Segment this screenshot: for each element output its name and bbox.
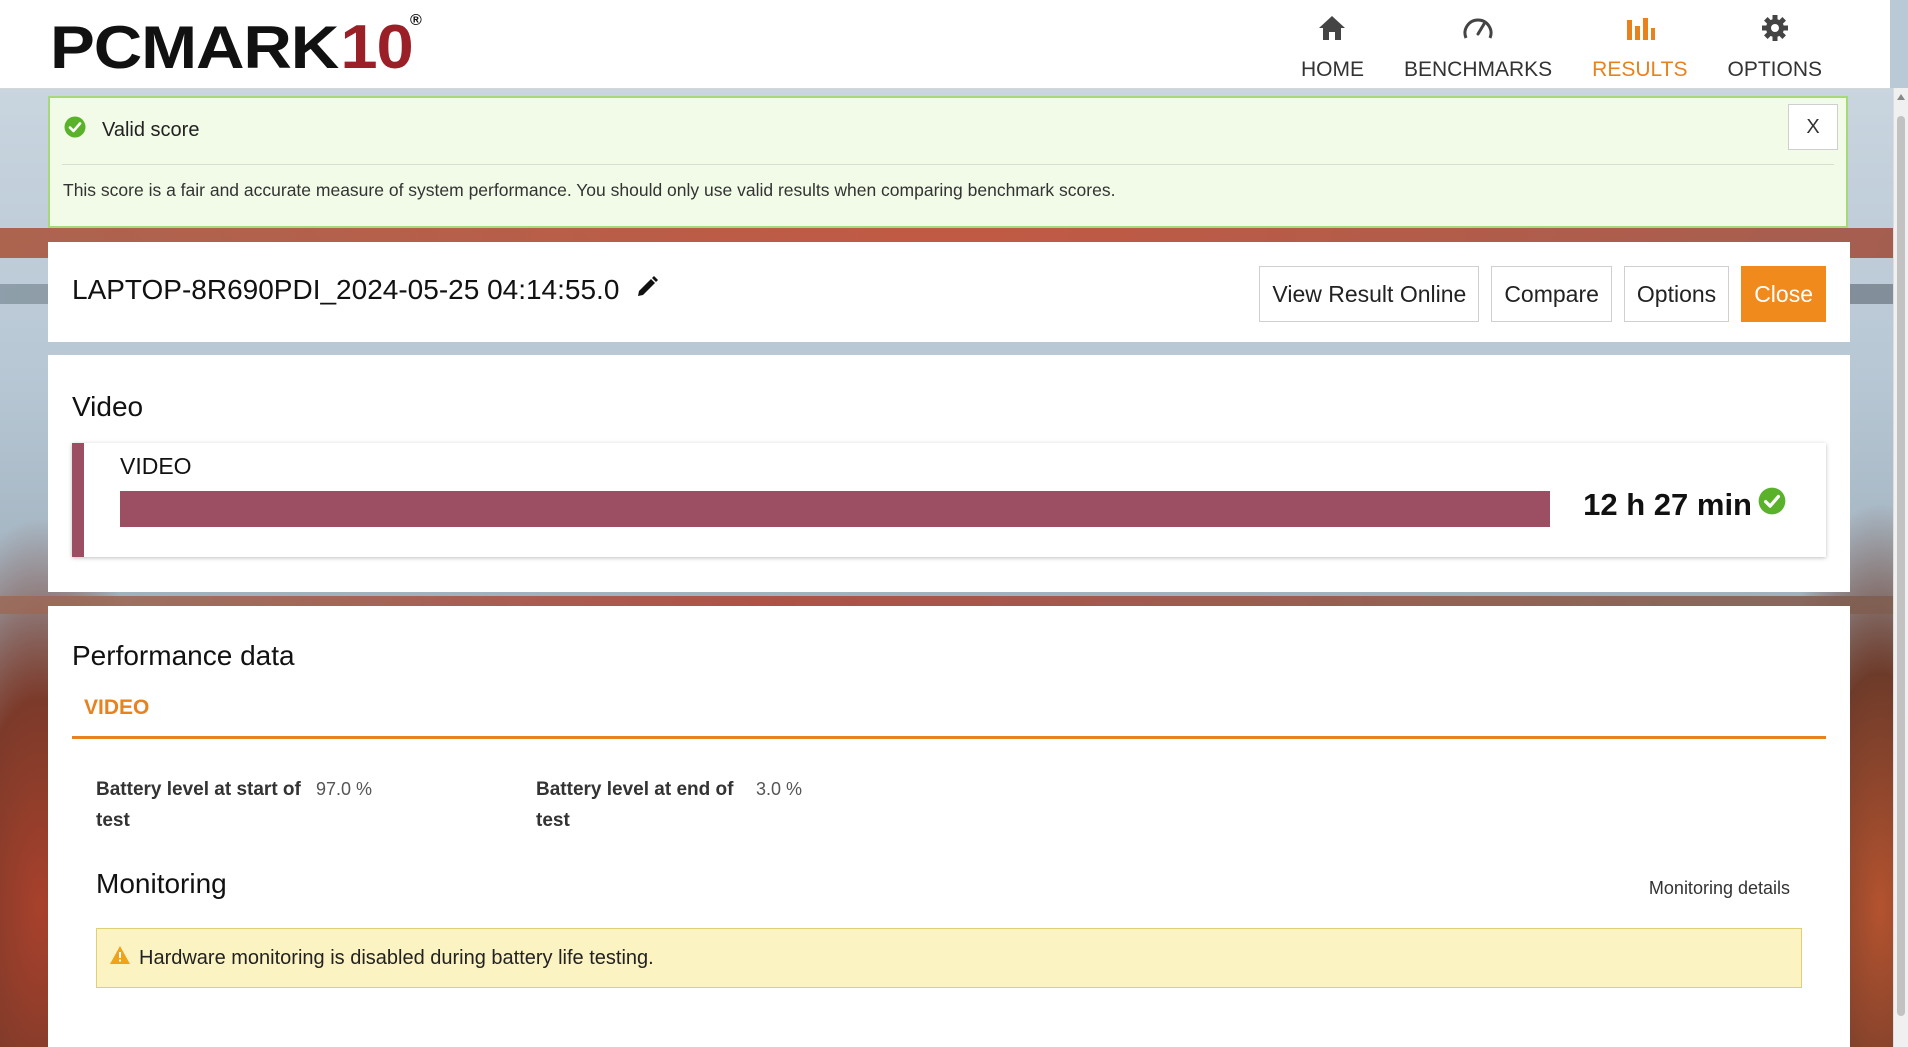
close-button[interactable]: Close [1741, 266, 1826, 322]
logo-number: 10 [340, 13, 414, 82]
registered-mark: ® [410, 12, 422, 29]
valid-score-message: This score is a fair and accurate measur… [63, 180, 1116, 200]
nav-home[interactable]: HOME [1281, 8, 1384, 84]
battery-start-field: Battery level at start of test 97.0 % [96, 774, 372, 836]
home-icon [1317, 12, 1347, 44]
nav-options-label: OPTIONS [1727, 58, 1822, 81]
result-name: LAPTOP-8R690PDI_2024-05-25 04:14:55.0 [72, 274, 620, 305]
scroll-up-arrow-icon[interactable] [1897, 94, 1905, 100]
nav-benchmarks-label: BENCHMARKS [1403, 58, 1553, 81]
pcmark10-logo: PCMARK 10 ® [50, 12, 422, 82]
valid-score-title: Valid score [102, 118, 200, 141]
video-heading: Video [72, 391, 144, 422]
scrollbar-thumb[interactable] [1897, 116, 1905, 1016]
tab-underline [72, 736, 1826, 739]
monitoring-warning-text: Hardware monitoring is disabled during b… [139, 946, 654, 969]
nav-results[interactable]: RESULTS [1572, 8, 1707, 84]
view-result-online-button[interactable]: View Result Online [1259, 266, 1480, 322]
logo-text: PCMARK [50, 14, 339, 81]
performance-data-section: Performance data VIDEO Battery level at … [48, 606, 1850, 1047]
video-score-value: 12 h 27 min [1583, 487, 1752, 522]
edit-pencil-icon[interactable] [635, 274, 659, 306]
banner-divider [62, 164, 1834, 165]
video-score-bar-fill [120, 491, 1550, 527]
dismiss-banner-button[interactable]: X [1788, 104, 1838, 150]
valid-score-banner: Valid score X This score is a fair and a… [48, 96, 1848, 228]
options-button[interactable]: Options [1623, 266, 1730, 322]
gauge-icon [1462, 12, 1494, 44]
video-section: Video VIDEO 12 h 27 min [48, 355, 1850, 592]
check-circle-icon [64, 116, 86, 144]
result-header: LAPTOP-8R690PDI_2024-05-25 04:14:55.0 Vi… [48, 242, 1850, 342]
compare-button[interactable]: Compare [1491, 266, 1612, 322]
video-score-bar [120, 491, 1550, 527]
monitoring-details-link[interactable]: Monitoring details [1649, 878, 1790, 899]
main-nav: HOME BENCHMARKS RESULTS OPTIONS [1281, 8, 1842, 84]
nav-results-label: RESULTS [1592, 58, 1688, 81]
nav-benchmarks[interactable]: BENCHMARKS [1384, 8, 1572, 84]
battery-start-value: 97.0 % [316, 779, 373, 799]
gear-icon [1760, 12, 1790, 44]
video-score-card: VIDEO 12 h 27 min [72, 443, 1826, 557]
warning-triangle-icon [109, 945, 131, 971]
bar-chart-icon [1624, 12, 1656, 44]
video-test-label: VIDEO [120, 453, 192, 479]
scrollbar[interactable] [1893, 88, 1908, 1047]
check-circle-icon [1758, 487, 1786, 523]
battery-end-label: Battery level at end of test [536, 779, 734, 831]
tab-video[interactable]: VIDEO [84, 696, 149, 720]
battery-start-label: Battery level at start of test [96, 779, 301, 831]
nav-options[interactable]: OPTIONS [1707, 8, 1842, 84]
performance-heading: Performance data [72, 640, 295, 671]
app-header: PCMARK 10 ® HOME BENCHMARKS RESULTS OPTI… [0, 0, 1890, 89]
monitoring-heading: Monitoring [96, 868, 227, 899]
battery-end-field: Battery level at end of test 3.0 % [536, 774, 802, 836]
nav-home-label: HOME [1300, 58, 1364, 81]
battery-end-value: 3.0 % [756, 779, 803, 799]
monitoring-warning: Hardware monitoring is disabled during b… [96, 928, 1802, 988]
